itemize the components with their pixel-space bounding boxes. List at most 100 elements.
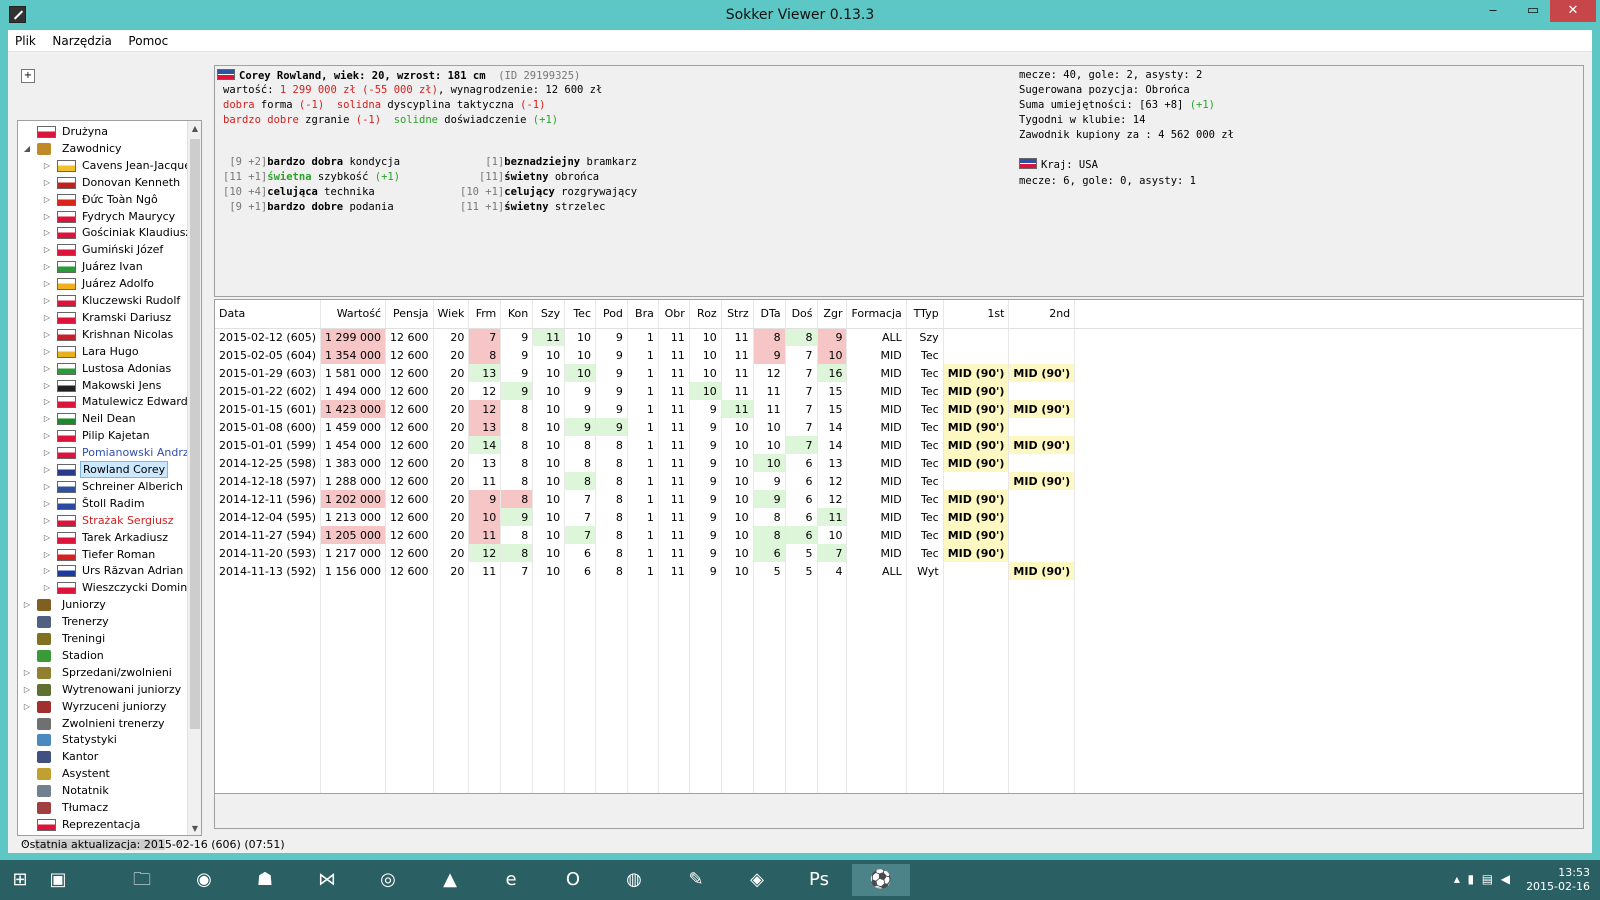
expand-icon[interactable]: ▷ xyxy=(42,478,52,495)
expand-icon[interactable]: ▷ xyxy=(42,529,52,546)
column-header[interactable]: 1st xyxy=(943,300,1010,329)
tree-item[interactable]: ▷ Neil Dean xyxy=(18,410,188,427)
table-row[interactable]: 2015-01-15 (601) 1 423 000 12 600 20 12 8 10 9 9… xyxy=(215,400,1583,418)
column-header[interactable]: Bra xyxy=(627,300,659,329)
tree-item[interactable]: ▷ Lustosa Adonias xyxy=(18,360,188,377)
scroll-up-icon[interactable]: ▲ xyxy=(188,121,201,137)
expand-icon[interactable]: ▷ xyxy=(42,224,52,241)
scroll-down-icon[interactable]: ▼ xyxy=(188,821,201,835)
expand-icon[interactable]: ▷ xyxy=(42,174,52,191)
column-header[interactable]: Zgr xyxy=(817,300,848,329)
opera-icon[interactable]: O xyxy=(544,864,602,896)
expand-icon[interactable]: ▷ xyxy=(22,664,32,681)
tree-item[interactable]: ▷ Pomianowski Andrzej xyxy=(18,444,188,461)
tree-item[interactable]: ▷ Urs Răzvan Adrian xyxy=(18,562,188,579)
table-row[interactable]: 2014-12-25 (598) 1 383 000 12 600 20 13 8 10 8 8… xyxy=(215,454,1583,472)
expand-icon[interactable]: ▷ xyxy=(42,562,52,579)
scroll-thumb[interactable] xyxy=(190,139,200,729)
expand-icon[interactable]: ▷ xyxy=(42,410,52,427)
expand-icon[interactable]: ▷ xyxy=(42,461,52,478)
close-button[interactable]: ✕ xyxy=(1550,0,1596,22)
tree-vertical-scrollbar[interactable]: ▲ ▼ xyxy=(187,121,201,835)
tree-item[interactable]: Zwolnieni trenerzy xyxy=(18,715,188,732)
column-header[interactable]: Data xyxy=(215,300,322,329)
table-row[interactable]: 2015-01-08 (600) 1 459 000 12 600 20 13 8 10 9 9… xyxy=(215,418,1583,436)
expand-icon[interactable]: ▷ xyxy=(22,681,32,698)
visual-studio-icon[interactable]: ⋈ xyxy=(298,864,356,896)
expand-icon[interactable]: ▷ xyxy=(42,579,52,596)
column-header[interactable]: 2nd xyxy=(1008,300,1076,329)
expand-icon[interactable]: ▷ xyxy=(42,546,52,563)
vlc-icon[interactable]: ▲ xyxy=(421,864,479,896)
expand-icon[interactable]: ▷ xyxy=(42,241,52,258)
tree-item[interactable]: Treningi xyxy=(18,630,188,647)
table-row[interactable]: 2014-12-11 (596) 1 202 000 12 600 20 9 8 10 7 8 1… xyxy=(215,490,1583,508)
table-row[interactable]: 2014-12-18 (597) 1 288 000 12 600 20 11 8 10 8 8… xyxy=(215,472,1583,490)
minimize-button[interactable]: ‒ xyxy=(1476,0,1510,22)
table-row[interactable]: 2014-12-04 (595) 1 213 000 12 600 20 10 9 10 7 8… xyxy=(215,508,1583,526)
tree-item[interactable]: ▷ Krishnan Nicolas xyxy=(18,326,188,343)
table-row[interactable]: 2015-01-29 (603) 1 581 000 12 600 20 13 9 10 10… xyxy=(215,364,1583,382)
table-row[interactable]: 2015-01-01 (599) 1 454 000 12 600 20 14 8 10 8 8… xyxy=(215,436,1583,454)
expand-icon[interactable]: ▷ xyxy=(42,309,52,326)
expand-icon[interactable]: ▷ xyxy=(42,208,52,225)
tree-item[interactable]: Trenerzy xyxy=(18,613,188,630)
expand-icon[interactable]: ▷ xyxy=(42,360,52,377)
tree-item[interactable]: ▷ Wytrenowani juniorzy xyxy=(18,681,188,698)
clock[interactable]: 13:53 2015-02-16 xyxy=(1526,866,1590,894)
tree-item[interactable]: ▷ Đức Toàn Ngô xyxy=(18,191,188,208)
table-row[interactable]: 2015-02-12 (605) 1 299 000 12 600 20 7 9 11 10 9… xyxy=(215,328,1583,346)
column-header[interactable]: Obr xyxy=(658,300,690,329)
tree-item[interactable]: ▷ Kramski Dariusz xyxy=(18,309,188,326)
tree-item[interactable]: ▷ Fydrych Maurycy xyxy=(18,208,188,225)
tree-item[interactable]: Drużyna xyxy=(18,123,188,140)
column-header[interactable]: Tec xyxy=(564,300,596,329)
tree-item[interactable]: ▷ Wyrzuceni juniorzy xyxy=(18,698,188,715)
tree-item[interactable]: ▷ Štoll Radim xyxy=(18,495,188,512)
column-header[interactable]: TTyp xyxy=(906,300,944,329)
expand-icon[interactable]: ▷ xyxy=(42,191,52,208)
column-header[interactable]: Kon xyxy=(500,300,534,329)
column-header[interactable]: Strz xyxy=(721,300,754,329)
tree-item[interactable]: Kantor xyxy=(18,748,188,765)
ie-blue-icon[interactable]: ◉ xyxy=(175,864,233,896)
explorer-icon[interactable]: 🗀 xyxy=(113,864,171,896)
expand-icon[interactable]: ▷ xyxy=(22,596,32,613)
column-header[interactable]: Pensja xyxy=(385,300,434,329)
column-header[interactable]: Doś xyxy=(785,300,818,329)
tree-item[interactable]: Asystent xyxy=(18,765,188,782)
maximize-button[interactable]: ▭ xyxy=(1516,0,1550,22)
tree-item[interactable]: ▷ Strażak Sergiusz xyxy=(18,512,188,529)
network-icon[interactable]: ▤ xyxy=(1482,872,1493,886)
table-row[interactable]: 2015-01-22 (602) 1 494 000 12 600 20 12 9 10 9 9… xyxy=(215,382,1583,400)
expand-icon[interactable]: ▷ xyxy=(42,444,52,461)
menu-file[interactable]: Plik xyxy=(8,30,42,48)
tree-item[interactable]: ▷ Gumiński Józef xyxy=(18,241,188,258)
tree-item[interactable]: ▷ Makowski Jens xyxy=(18,377,188,394)
sokker-viewer-icon[interactable]: ⚽ xyxy=(852,864,910,896)
tree-item[interactable]: ▷ Juniorzy xyxy=(18,596,188,613)
tree-item[interactable]: ▷ Gościniak Klaudiusz xyxy=(18,224,188,241)
gimp-icon[interactable]: ✎ xyxy=(667,864,725,896)
tree-item[interactable]: ▷ Pilip Kajetan xyxy=(18,427,188,444)
table-row[interactable]: 2014-11-13 (592) 1 156 000 12 600 20 11 7 10 6 8… xyxy=(215,562,1583,580)
tree-item[interactable]: ▷ Lara Hugo xyxy=(18,343,188,360)
expand-icon[interactable]: ▷ xyxy=(42,157,52,174)
tree-item[interactable]: ▷ Sprzedani/zwolnieni xyxy=(18,664,188,681)
volume-icon[interactable]: ◀ xyxy=(1501,872,1510,886)
menu-tools[interactable]: Narzędzia xyxy=(45,30,118,48)
tree-item[interactable]: Statystyki xyxy=(18,731,188,748)
windows-start-icon[interactable]: ⊞ xyxy=(2,864,38,896)
table-row[interactable]: 2015-02-05 (604) 1 354 000 12 600 20 8 9 10 10 9… xyxy=(215,346,1583,364)
store-icon[interactable]: ▣ xyxy=(40,864,76,896)
column-header[interactable]: Frm xyxy=(468,300,502,329)
show-hidden-icon[interactable]: ▴ xyxy=(1454,872,1460,886)
column-header[interactable]: Roz xyxy=(689,300,722,329)
table-row[interactable]: 2014-11-27 (594) 1 205 000 12 600 20 11 8 10 7 8… xyxy=(215,526,1583,544)
tree-item[interactable]: ▷ Wieszczycki Dominik xyxy=(18,579,188,596)
tree-item[interactable]: ▷ Juárez Adolfo xyxy=(18,275,188,292)
expand-icon[interactable]: ▷ xyxy=(42,343,52,360)
photoshop-icon[interactable]: Ps xyxy=(790,864,848,896)
expand-icon[interactable]: ▷ xyxy=(42,292,52,309)
tree-item[interactable]: ◢ Zawodnicy xyxy=(18,140,188,157)
